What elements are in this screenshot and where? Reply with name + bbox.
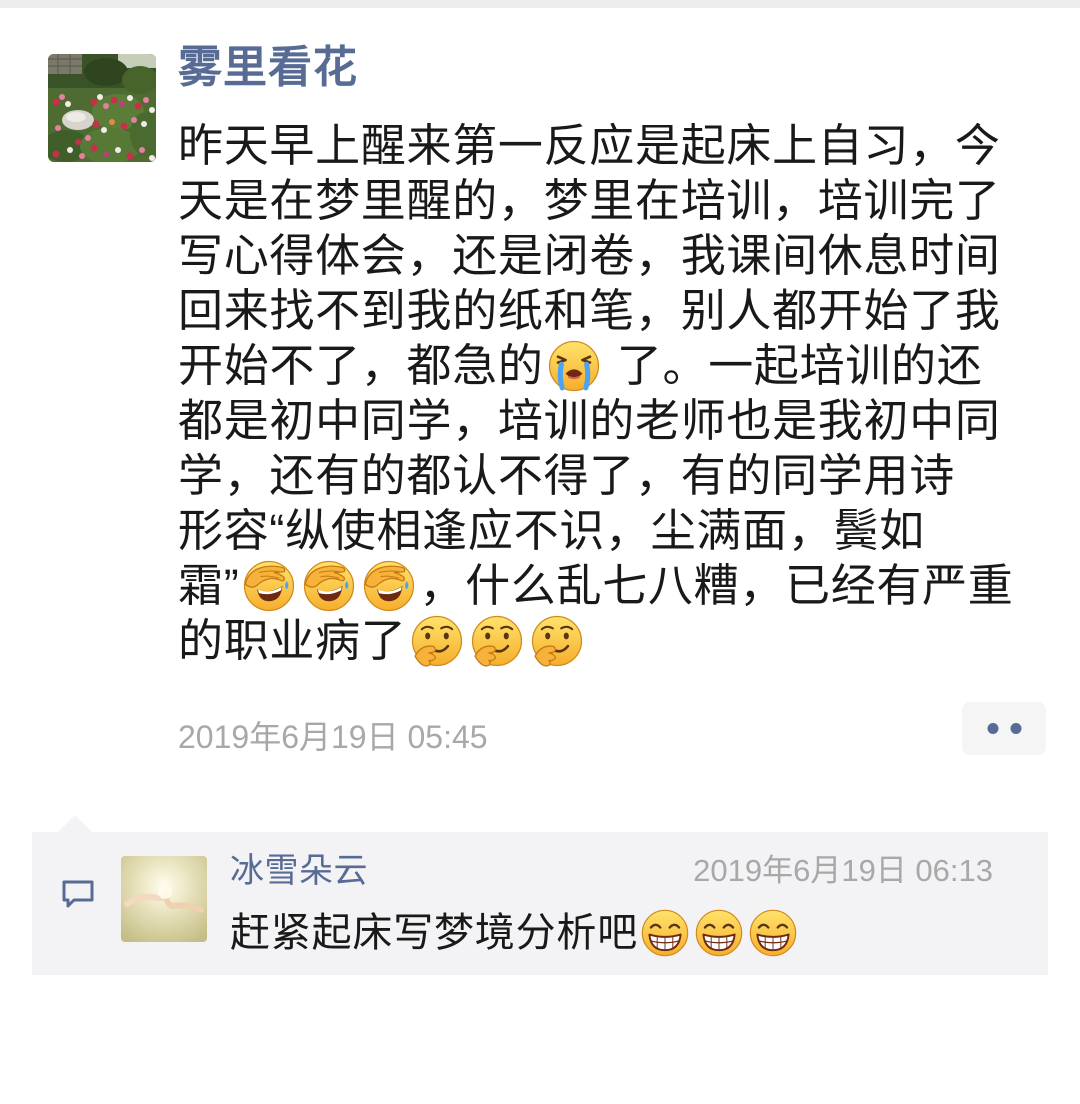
post-content: 昨天早上醒来第一反应是起床上自习，今 天是在梦里醒的，梦里在培训，培训完了 写心… [178,118,1058,668]
text-segment: ，什么乱七八糟，已经有严重 [419,560,1014,611]
comment-item[interactable]: 冰雪朵云 2019年6月19日 06:13 赶紧起床写梦境分析吧 [32,832,1048,975]
text-segment: 学，还有的都认不得了，有的同学用诗 [178,450,955,501]
more-actions-button[interactable] [962,702,1046,755]
text-segment: 回来找不到我的纸和笔，别人都开始了我 [178,285,1001,336]
post-text-line: 回来找不到我的纸和笔，别人都开始了我 [178,283,1058,338]
commenter-avatar-image [121,856,207,942]
smirk-emoji-icon [530,614,584,668]
comment-text: 赶紧起床写梦境分析吧 [230,907,800,959]
smirk-emoji-icon [410,614,464,668]
moment-post: 雾里看花 昨天早上醒来第一反应是起床上自习，今 天是在梦里醒的，梦里在培训，培训… [0,0,1080,800]
avatar-image [48,54,156,162]
comment-timestamp: 2019年6月19日 06:13 [693,853,993,888]
author-name[interactable]: 雾里看花 [178,44,358,92]
text-segment: 的职业病了 [178,615,407,666]
grin-emoji-icon [694,908,744,958]
post-text-line: 都是初中同学，培训的老师也是我初中同 [178,393,1058,448]
post-text-line: 学，还有的都认不得了，有的同学用诗 [178,448,1058,503]
commenter-name[interactable]: 冰雪朵云 [230,850,368,892]
comment-box-pointer [58,815,92,832]
post-text-line: 形容“纵使相逢应不识，尘满面，鬓如 [178,503,1058,558]
text-segment: 了。一起培训的还 [603,340,983,391]
post-text-line: 写心得体会，还是闭卷，我课间休息时间 [178,228,1058,283]
author-avatar[interactable] [48,54,156,162]
smirk-emoji-icon [470,614,524,668]
grin-emoji-icon [640,908,690,958]
comment-section: 冰雪朵云 2019年6月19日 06:13 赶紧起床写梦境分析吧 [32,832,1048,975]
text-segment: 霜” [178,560,240,611]
post-text-line: 昨天早上醒来第一反应是起床上自习，今 [178,118,1058,173]
facepalm-emoji-icon [362,559,416,613]
commenter-avatar[interactable] [121,856,207,942]
more-dots-icon [987,723,1022,734]
post-text-line: 开始不了，都急的 了。一起培训的还 [178,338,1058,393]
text-segment: 开始不了，都急的 [178,340,544,391]
text-segment: 都是初中同学，培训的老师也是我初中同 [178,395,1001,446]
facepalm-emoji-icon [302,559,356,613]
text-segment: 天是在梦里醒的，梦里在培训，培训完了 [178,175,1001,226]
post-text-line: 霜” ，什么乱七八糟，已经有严重 [178,558,1058,613]
sob-emoji-icon [547,339,601,393]
text-segment: 赶紧起床写梦境分析吧 [230,911,638,955]
grin-emoji-icon [748,908,798,958]
facepalm-emoji-icon [242,559,296,613]
post-text-line: 的职业病了 [178,613,1058,668]
post-text-line: 天是在梦里醒的，梦里在培训，培训完了 [178,173,1058,228]
post-timestamp: 2019年6月19日 05:45 [178,719,488,755]
text-segment: 写心得体会，还是闭卷，我课间休息时间 [178,230,1001,281]
text-segment: 昨天早上醒来第一反应是起床上自习，今 [178,120,1001,171]
text-segment: 形容“纵使相逢应不识，尘满面，鬓如 [178,505,925,556]
